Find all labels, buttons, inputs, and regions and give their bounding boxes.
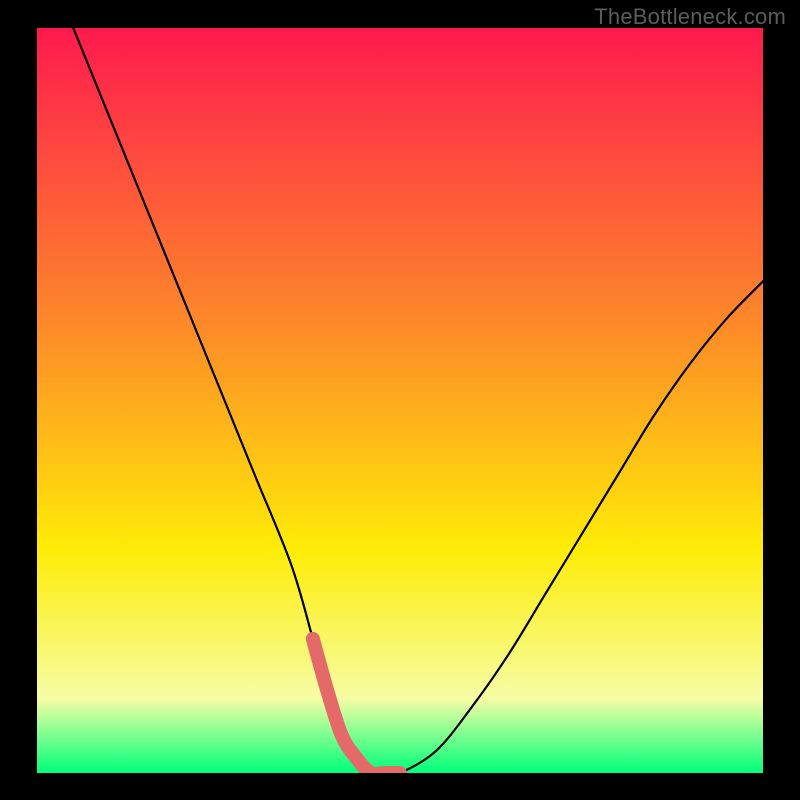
chart-frame: TheBottleneck.com: [0, 0, 800, 800]
bottleneck-chart: [37, 28, 763, 773]
gradient-background: [37, 28, 763, 773]
watermark-text: TheBottleneck.com: [594, 4, 786, 30]
